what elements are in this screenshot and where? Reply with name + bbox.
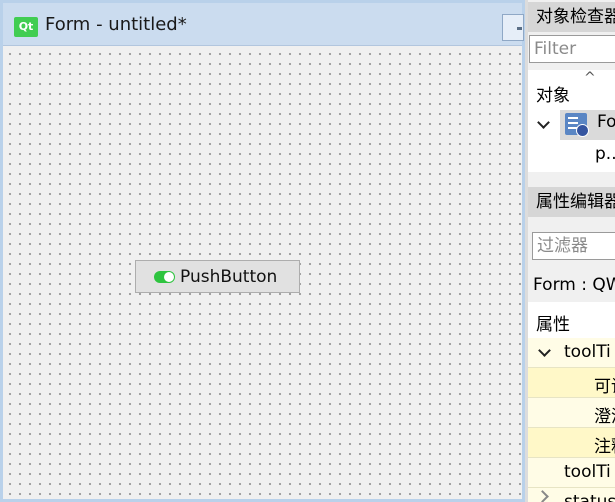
property-column-header[interactable]: 属性 xyxy=(528,302,615,340)
form-window-frame: Qt Form - untitled* PushButton xyxy=(0,0,525,502)
property-filter-input[interactable] xyxy=(532,232,615,260)
property-row[interactable]: 注释 xyxy=(528,428,615,458)
property-name: toolTi xyxy=(564,342,611,362)
object-name-child[interactable]: p... xyxy=(595,144,615,164)
form-window[interactable]: Qt Form - untitled* PushButton xyxy=(3,3,524,499)
property-row[interactable]: 澄清 xyxy=(528,398,615,428)
qt-logo-icon: Qt xyxy=(14,17,38,37)
push-button-widget[interactable]: PushButton xyxy=(135,260,300,293)
property-column-label: 属性 xyxy=(536,315,570,335)
collapse-chevron-icon[interactable] xyxy=(536,490,549,502)
property-editor-title: 属性编辑器 xyxy=(528,187,615,217)
property-name: toolTi xyxy=(564,462,611,482)
object-column-header[interactable]: 对象 ^ xyxy=(528,70,615,110)
property-name: 注释 xyxy=(594,437,615,457)
expand-chevron-icon[interactable] xyxy=(538,344,551,357)
minimize-icon xyxy=(517,27,522,30)
form-title: Form - untitled* xyxy=(45,14,187,35)
form-title-bar[interactable]: Qt Form - untitled* xyxy=(3,3,524,46)
property-row[interactable]: toolTi xyxy=(528,338,615,368)
sort-up-icon: ^ xyxy=(584,70,596,86)
property-class-label: Form : QW xyxy=(533,275,615,295)
expand-chevron-icon[interactable] xyxy=(537,116,550,129)
property-row[interactable]: statusT xyxy=(528,488,615,502)
property-name: statusT xyxy=(564,492,615,502)
property-row[interactable]: 可读 xyxy=(528,368,615,398)
property-name: 可读 xyxy=(594,377,615,397)
object-inspector-title: 对象检查器 xyxy=(528,2,615,32)
object-column-label: 对象 xyxy=(536,86,570,106)
toggle-icon xyxy=(154,270,175,283)
property-row[interactable]: toolTi xyxy=(528,458,615,488)
form-canvas[interactable]: PushButton xyxy=(3,47,522,499)
property-name: 澄清 xyxy=(594,407,615,427)
object-tree: Fo p... xyxy=(528,110,615,172)
push-button-label: PushButton xyxy=(180,266,278,287)
object-filter-input[interactable] xyxy=(529,35,615,63)
object-name-form[interactable]: Fo xyxy=(597,112,615,132)
form-object-icon xyxy=(565,113,589,137)
minimize-button[interactable] xyxy=(502,14,524,41)
right-dock: 对象检查器 对象 ^ Fo p... 属性编辑器 Form : QW 属性 to… xyxy=(528,0,615,502)
